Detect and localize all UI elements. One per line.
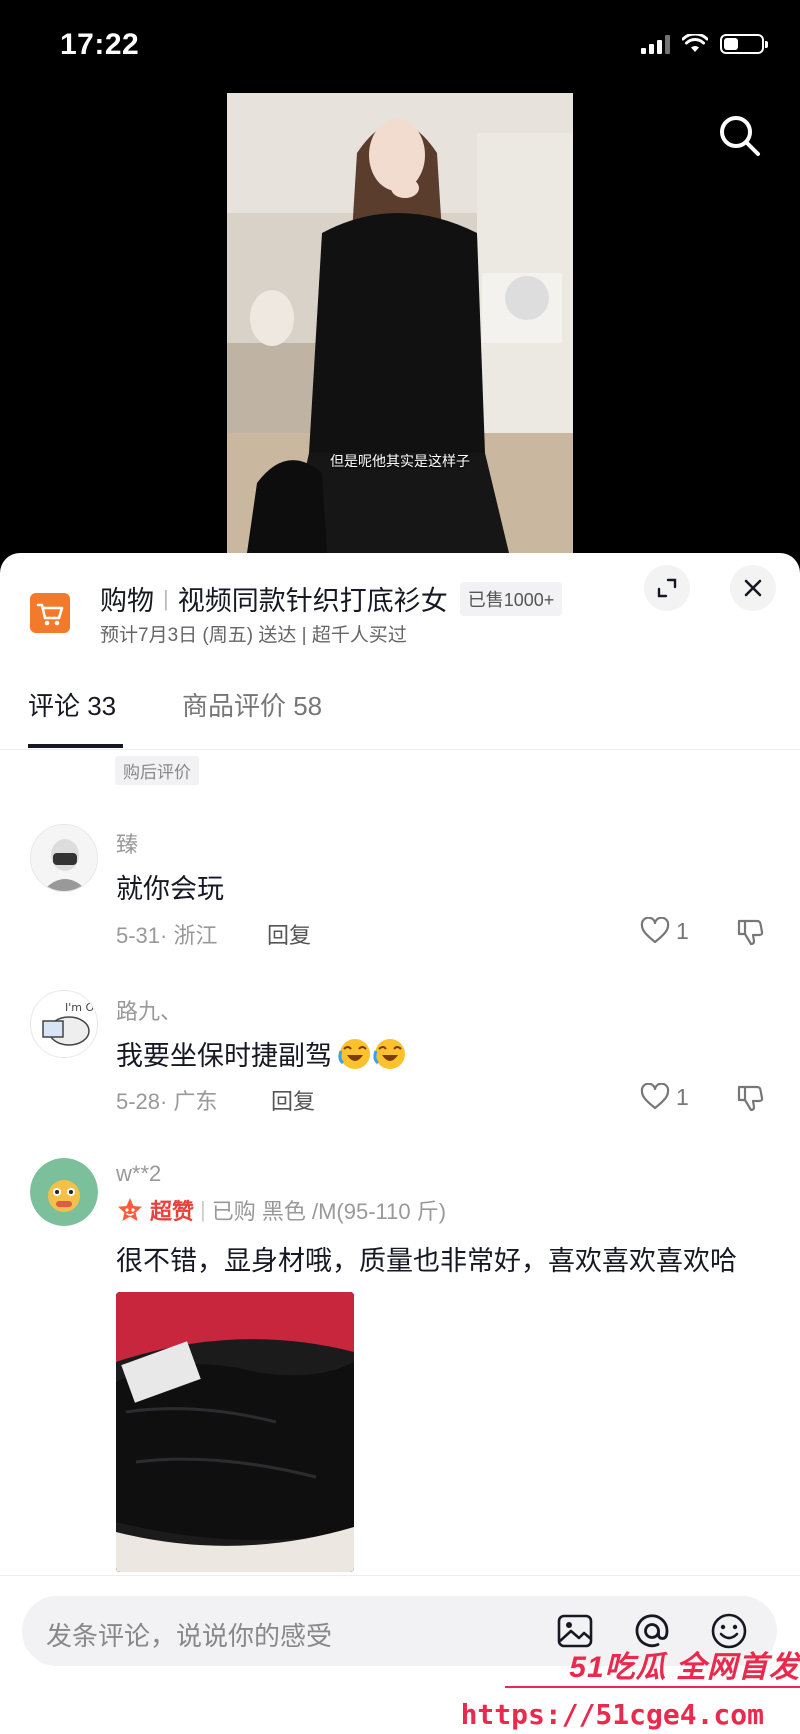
comment-text: 就你会玩	[116, 874, 224, 904]
active-tab-indicator	[28, 744, 123, 748]
dislike-icon[interactable]	[735, 1083, 765, 1113]
review-tag-row: 超赞 | 已购 黑色 /M(95-110 斤)	[116, 1194, 446, 1226]
product-title: 视频同款针织打底衫女	[177, 586, 448, 616]
comment-username[interactable]: w**2	[116, 1161, 161, 1187]
battery-icon	[720, 34, 768, 54]
heart-icon	[640, 1083, 670, 1110]
tag-divider: |	[200, 1197, 206, 1222]
star-badge-icon	[118, 1198, 142, 1221]
status-time: 17:22	[60, 28, 140, 61]
watermark: 51吃瓜 全网首发 https://51cge4.com	[461, 1640, 800, 1733]
review-photo-image	[116, 1292, 354, 1572]
delivery-info: 预计7月3日 (周五) 送达 | 超千人买过	[100, 625, 407, 646]
status-icons	[641, 34, 768, 54]
dislike-icon[interactable]	[735, 917, 765, 947]
expand-icon	[657, 578, 677, 598]
comment-input-placeholder: 发条评论，说说你的感受	[46, 1621, 333, 1651]
heart-icon	[640, 917, 670, 944]
tab-product-reviews[interactable]: 商品评价 58	[182, 663, 322, 749]
search-icon[interactable]	[714, 110, 766, 162]
comment-text: 我要坐保时捷副驾	[116, 1041, 332, 1071]
product-title-row: 购物 | 视频同款针织打底衫女 已售1000+	[100, 579, 563, 618]
shopping-cart-icon	[30, 593, 70, 633]
review-text: 很不错，显身材哦，质量也非常好，喜欢喜欢喜欢哈	[116, 1246, 737, 1276]
laughing-crying-emoji-icon	[338, 1038, 405, 1069]
sold-count-badge: 已售1000+	[459, 581, 563, 616]
avatar-image: I'm OK	[31, 991, 98, 1057]
cellular-signal-icon	[641, 34, 670, 54]
avatar-image	[30, 1158, 98, 1226]
avatar[interactable]	[30, 1158, 98, 1226]
purchase-variant: 已购 黑色 /M(95-110 斤)	[211, 1199, 447, 1224]
comment-meta: 5-28· 广东	[116, 1089, 218, 1114]
comment-text-row: 我要坐保时捷副驾	[116, 1034, 408, 1073]
tab-comments[interactable]: 评论 33	[28, 663, 116, 749]
video-player[interactable]: 但是呢他其实是这样子	[227, 93, 573, 553]
comments-sheet: 购物 | 视频同款针织打底衫女 已售1000+ 预计7月3日 (周五) 送达 |…	[0, 553, 800, 1733]
watermark-url: https://51cge4.com	[460, 1698, 764, 1731]
super-like-label: 超赞	[150, 1199, 195, 1224]
close-button[interactable]	[730, 565, 776, 611]
comment-meta: 5-31· 浙江	[116, 923, 218, 948]
after-purchase-label: 购后评价	[115, 756, 199, 785]
expand-button[interactable]	[644, 565, 690, 611]
close-icon	[744, 579, 762, 597]
video-caption: 但是呢他其实是这样子	[330, 453, 470, 469]
avatar[interactable]: I'm OK	[30, 990, 98, 1058]
watermark-brand: 51吃瓜 全网首发	[569, 1651, 800, 1684]
comment-username[interactable]: 路九、	[116, 994, 182, 1026]
product-header[interactable]: 购物 | 视频同款针织打底衫女 已售1000+ 预计7月3日 (周五) 送达 |…	[0, 553, 800, 663]
avatar-image	[31, 825, 97, 891]
like-count: 1	[676, 1083, 689, 1110]
like-button[interactable]: 1	[640, 917, 689, 945]
watermark-underline	[505, 1686, 800, 1688]
reply-button[interactable]: 回复	[267, 918, 311, 950]
status-bar: 17:22	[0, 0, 800, 95]
like-button[interactable]: 1	[640, 1083, 689, 1111]
avatar[interactable]	[30, 824, 98, 892]
comment-username[interactable]: 臻	[116, 827, 138, 859]
wifi-icon	[682, 34, 708, 52]
review-photo[interactable]	[116, 1292, 354, 1572]
like-count: 1	[676, 917, 689, 944]
svg-text:I'm OK: I'm OK	[65, 1001, 98, 1014]
product-category: 购物	[100, 586, 154, 616]
reply-button[interactable]: 回复	[271, 1084, 315, 1116]
title-divider: |	[163, 585, 169, 611]
video-frame-image	[227, 93, 573, 553]
comment-tabs: 评论 33 商品评价 58	[0, 663, 800, 750]
